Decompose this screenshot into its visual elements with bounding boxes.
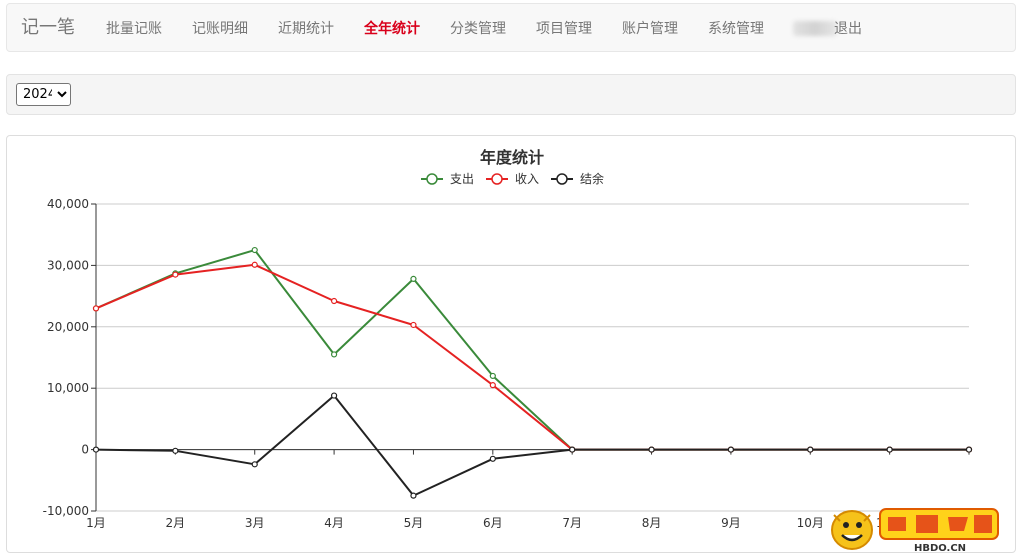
nav-item-system-mgmt[interactable]: 系统管理 — [708, 20, 764, 38]
x-tick-label: 6月 — [483, 516, 503, 530]
annual-stats-chart: 年度统计支出 收入 结余 -10,000 0 10,000 20,000 30,000 40,0… — [43, 148, 983, 530]
series-2-point[interactable] — [410, 321, 417, 329]
series-2-point[interactable] — [92, 305, 100, 312]
x-tick-label: 2月 — [166, 516, 186, 530]
nav-item-entry-details[interactable]: 记账明细 — [192, 20, 248, 38]
series-3-point[interactable] — [807, 446, 814, 453]
series-line-3[interactable] — [95, 394, 969, 497]
series-3-point[interactable] — [172, 447, 179, 454]
series-3-point[interactable] — [410, 492, 417, 499]
series-2-point[interactable] — [489, 382, 496, 389]
x-tick-label: 8月 — [642, 516, 662, 530]
series-2-point[interactable] — [251, 261, 258, 268]
series-1-point[interactable] — [489, 372, 496, 380]
x-tick-label: 5月 — [404, 516, 424, 530]
series-line-1[interactable] — [95, 249, 969, 451]
series-1-point[interactable] — [251, 246, 258, 254]
y-tick-label: 30,000 — [47, 258, 89, 272]
y-tick-label: 40,000 — [47, 197, 89, 211]
legend-marker-1[interactable] — [426, 173, 438, 185]
series-3-point[interactable] — [727, 446, 735, 453]
year-select[interactable]: 2024 — [16, 83, 71, 106]
legend-label-3[interactable]: 结余 — [580, 171, 604, 186]
filter-bar: 2024 — [6, 74, 1016, 115]
chart-panel: 年度统计 支出 收入 结余 -10,000 0 10,000 20,000 30,000 40,0… — [6, 135, 1016, 553]
series-3-point[interactable] — [886, 446, 893, 453]
series-3-point[interactable] — [489, 455, 496, 462]
watermark-text: HBDO.CN — [914, 543, 966, 554]
series-3-point[interactable] — [330, 392, 338, 399]
series-3-point[interactable] — [648, 446, 655, 453]
series-2-point[interactable] — [330, 297, 338, 305]
top-navbar: 记一笔 批量记账 记账明细 近期统计 全年统计 分类管理 项目管理 账户管理 系… — [6, 3, 1016, 52]
username-redacted — [793, 21, 837, 36]
nav-item-annual-stats[interactable]: 全年统计 — [364, 20, 420, 38]
legend-marker-3[interactable] — [556, 173, 568, 185]
x-tick-label: 7月 — [562, 516, 582, 530]
legend-marker-2[interactable] — [491, 173, 503, 185]
x-tick-label: 10月 — [797, 516, 824, 530]
nav-item-recent-stats[interactable]: 近期统计 — [278, 20, 334, 38]
series-1-point[interactable] — [330, 351, 338, 358]
y-tick-label: 0 — [81, 443, 89, 457]
nav-item-account-mgmt[interactable]: 账户管理 — [622, 20, 678, 38]
series-2-point[interactable] — [172, 271, 179, 278]
brand-logo[interactable]: 记一笔 — [21, 17, 75, 39]
y-tick-label: -10,000 — [43, 504, 89, 518]
chart-title: 年度统计 — [480, 148, 544, 167]
legend-label-1[interactable]: 支出 — [450, 172, 474, 186]
series-3-point[interactable] — [251, 461, 258, 468]
logout-link[interactable]: 退出 — [834, 20, 862, 38]
series-3-point[interactable] — [569, 446, 576, 453]
x-tick-label: 4月 — [324, 516, 344, 530]
series-3-point[interactable] — [92, 446, 100, 453]
x-tick-label: 9月 — [721, 516, 741, 530]
watermark-logo: HBDO.CN — [831, 508, 999, 554]
nav-item-category-mgmt[interactable]: 分类管理 — [450, 20, 506, 38]
x-tick-label: 3月 — [245, 516, 265, 530]
y-tick-label: 10,000 — [47, 381, 89, 395]
y-tick-label: 20,000 — [47, 320, 89, 334]
series-3-point[interactable] — [965, 446, 973, 453]
nav-item-project-mgmt[interactable]: 项目管理 — [536, 20, 592, 38]
legend-label-2[interactable]: 收入 — [515, 172, 539, 186]
nav-item-batch-entry[interactable]: 批量记账 — [106, 20, 162, 38]
series-line-2[interactable] — [95, 263, 969, 451]
series-1-point[interactable] — [410, 275, 417, 283]
x-tick-label: 1月 — [86, 516, 106, 530]
